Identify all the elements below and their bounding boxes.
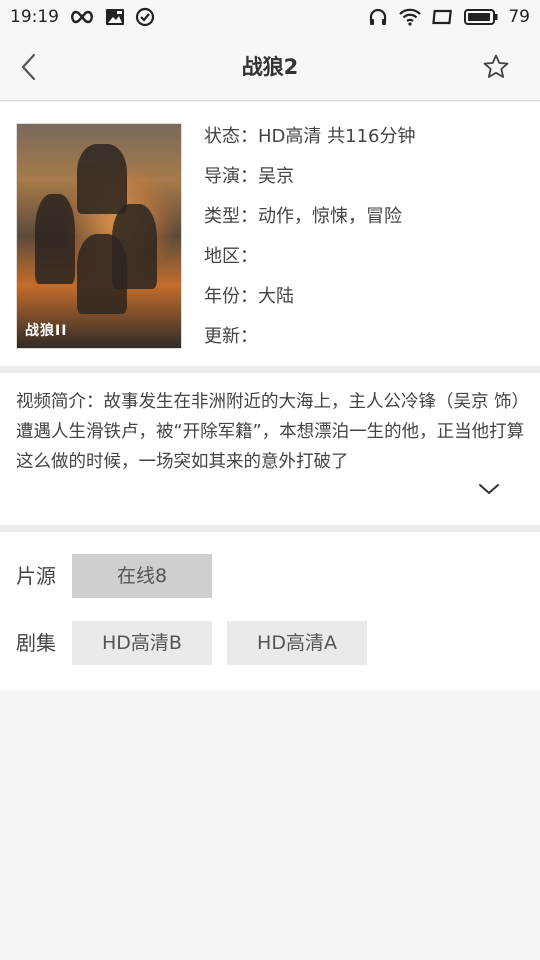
poster-figure — [35, 194, 75, 284]
star-outline-icon[interactable] — [482, 53, 510, 81]
meta-year: 年份：大陆 — [204, 286, 294, 307]
synopsis-panel: 视频简介：故事发生在非洲附近的大海上，主人公冷锋（吴京 饰）遭遇人生滑铁卢，被“… — [0, 373, 540, 525]
battery-icon — [464, 8, 498, 25]
poster-title: 战狼II — [25, 323, 68, 339]
wifi-icon — [399, 8, 422, 26]
status-bar: 19:19 79 — [0, 0, 540, 33]
screen-icon — [432, 9, 453, 24]
check-circle-icon — [135, 7, 155, 26]
sources-panel: 片源 在线8 剧集 HD高清B HD高清A — [0, 532, 540, 690]
poster-figure — [77, 234, 127, 314]
top-bar: 战狼2 — [0, 33, 540, 101]
meta-region: 地区： — [204, 246, 258, 267]
section-divider — [0, 525, 540, 532]
meta-genre: 类型：动作，惊悚，冒险 — [204, 206, 402, 227]
meta-updated: 更新： — [204, 326, 258, 347]
episode-button[interactable]: HD高清A — [227, 621, 367, 665]
headphones-icon — [370, 8, 387, 25]
meta-status: 状态：HD高清 共116分钟 — [204, 126, 416, 147]
episodes-label: 剧集 — [16, 631, 56, 655]
infinity-icon — [71, 10, 93, 23]
poster-figure — [77, 144, 127, 214]
episode-button[interactable]: HD高清B — [72, 621, 212, 665]
source-label: 片源 — [16, 564, 56, 588]
source-option[interactable]: 在线8 — [72, 554, 212, 598]
status-time: 19:19 — [10, 6, 59, 27]
image-icon — [106, 8, 124, 25]
section-divider — [0, 366, 540, 373]
movie-info-panel: 战狼II 状态：HD高清 共116分钟 导演：吴京 类型：动作，惊悚，冒险 地区… — [0, 102, 540, 366]
chevron-down-icon[interactable] — [478, 481, 500, 497]
movie-meta: 状态：HD高清 共116分钟 导演：吴京 类型：动作，惊悚，冒险 地区： 年份：… — [204, 122, 415, 362]
page-title: 战狼2 — [241, 55, 299, 79]
battery-level: 79 — [508, 6, 530, 27]
meta-director: 导演：吴京 — [204, 166, 294, 187]
movie-poster[interactable]: 战狼II — [16, 123, 182, 349]
synopsis-text: 视频简介：故事发生在非洲附近的大海上，主人公冷锋（吴京 饰）遭遇人生滑铁卢，被“… — [16, 392, 525, 472]
